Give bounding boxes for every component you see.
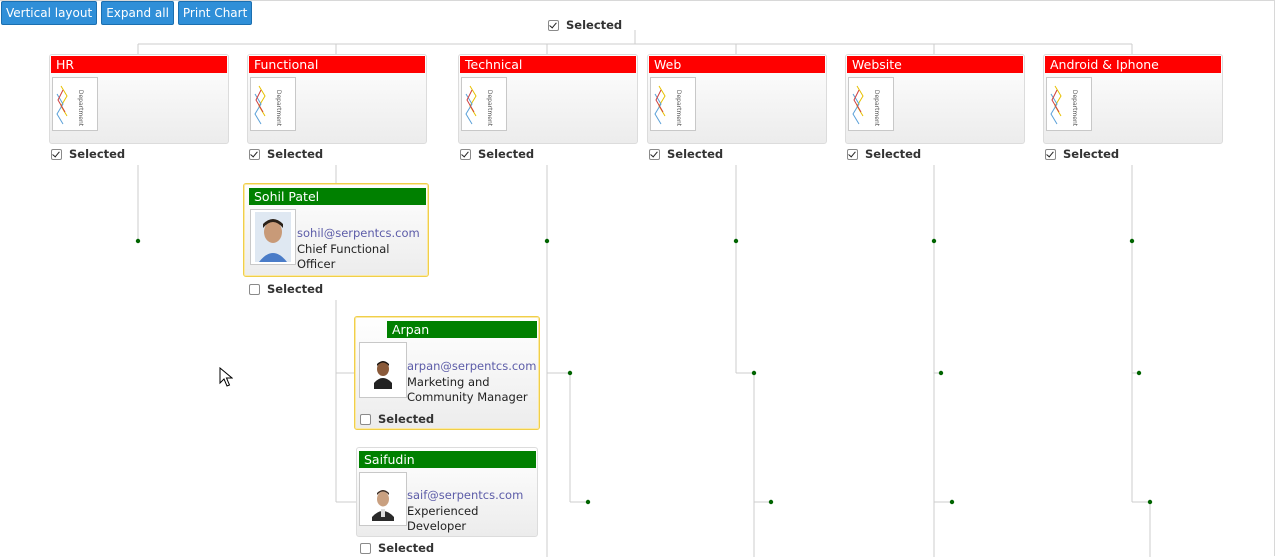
svg-text:Department: Department bbox=[675, 90, 682, 127]
department-node-web[interactable]: Web Department bbox=[647, 54, 827, 144]
selected-label: Selected bbox=[69, 147, 126, 161]
checkbox-icon bbox=[249, 283, 260, 295]
department-name: Web bbox=[649, 56, 825, 73]
employee-node-saifudin[interactable]: Saifudin saif@serpentcs.com Experienced … bbox=[356, 447, 538, 537]
checkbox-icon bbox=[51, 148, 62, 160]
department-logo-icon: Department bbox=[254, 85, 282, 127]
department-name: Website bbox=[847, 56, 1023, 73]
department-image: Department bbox=[848, 77, 894, 131]
department-selected-checkbox[interactable]: Selected bbox=[51, 147, 125, 161]
employee-email[interactable]: arpan@serpentcs.com bbox=[407, 359, 536, 373]
employee-name: Saifudin bbox=[359, 451, 536, 468]
employee-photo bbox=[250, 209, 296, 265]
department-name: Functional bbox=[249, 56, 425, 73]
svg-text:Department: Department bbox=[1071, 90, 1078, 127]
checkbox-icon bbox=[249, 148, 260, 160]
selected-label: Selected bbox=[378, 412, 435, 426]
employee-job-title: Experienced Developer bbox=[407, 504, 479, 533]
department-node-android-iphone[interactable]: Android & Iphone Department bbox=[1043, 54, 1223, 144]
department-selected-checkbox[interactable]: Selected bbox=[1045, 147, 1119, 161]
selected-label: Selected bbox=[865, 147, 922, 161]
employee-selected-checkbox[interactable]: Selected bbox=[360, 541, 434, 555]
selected-label: Selected bbox=[667, 147, 724, 161]
expand-all-button[interactable]: Expand all bbox=[101, 1, 174, 25]
department-selected-checkbox[interactable]: Selected bbox=[847, 147, 921, 161]
checkbox-icon bbox=[847, 148, 858, 160]
employee-selected-checkbox[interactable]: Selected bbox=[360, 412, 434, 426]
department-node-website[interactable]: Website Department bbox=[845, 54, 1025, 144]
employee-job-title: Chief Functional Officer bbox=[297, 242, 390, 271]
checkbox-icon bbox=[1045, 148, 1056, 160]
selected-label: Selected bbox=[378, 541, 435, 555]
department-image: Department bbox=[52, 77, 98, 131]
department-image: Department bbox=[650, 77, 696, 131]
vertical-layout-button[interactable]: Vertical layout bbox=[1, 1, 98, 25]
department-logo-icon: Department bbox=[465, 85, 493, 127]
root-selected-label: Selected bbox=[566, 18, 623, 32]
checkbox-icon bbox=[649, 148, 660, 160]
print-chart-button[interactable]: Print Chart bbox=[177, 1, 253, 25]
selected-label: Selected bbox=[267, 282, 324, 296]
selected-label: Selected bbox=[478, 147, 535, 161]
department-node-technical[interactable]: Technical Department bbox=[458, 54, 638, 144]
svg-text:Department: Department bbox=[486, 90, 493, 127]
employee-name: Arpan bbox=[387, 321, 537, 338]
department-name: Technical bbox=[460, 56, 636, 73]
checkbox-icon bbox=[360, 413, 371, 425]
department-selected-checkbox[interactable]: Selected bbox=[649, 147, 723, 161]
employee-name: Sohil Patel bbox=[249, 188, 426, 205]
employee-job-title: Marketing and Community Manager bbox=[407, 375, 528, 404]
selected-label: Selected bbox=[1063, 147, 1120, 161]
department-image: Department bbox=[1046, 77, 1092, 131]
employee-photo bbox=[359, 472, 407, 526]
department-selected-checkbox[interactable]: Selected bbox=[460, 147, 534, 161]
employee-email[interactable]: sohil@serpentcs.com bbox=[297, 226, 420, 240]
department-logo-icon: Department bbox=[56, 85, 84, 127]
person-avatar-icon bbox=[360, 343, 406, 397]
checkbox-icon bbox=[360, 542, 371, 554]
employee-selected-checkbox[interactable]: Selected bbox=[249, 282, 323, 296]
employee-photo bbox=[359, 342, 407, 398]
person-avatar-icon bbox=[360, 473, 406, 525]
department-name: Android & Iphone bbox=[1045, 56, 1221, 73]
department-logo-icon: Department bbox=[852, 85, 880, 127]
department-image: Department bbox=[250, 77, 296, 131]
checkbox-icon bbox=[548, 19, 559, 31]
department-node-hr[interactable]: HR Department bbox=[49, 54, 229, 144]
employee-node-sohil-patel[interactable]: Sohil Patel sohil@serpentcs.com Chief Fu… bbox=[243, 183, 429, 277]
department-node-functional[interactable]: Functional Department bbox=[247, 54, 427, 144]
employee-email[interactable]: saif@serpentcs.com bbox=[407, 488, 523, 502]
selected-label: Selected bbox=[267, 147, 324, 161]
department-image: Department bbox=[461, 77, 507, 131]
svg-text:Department: Department bbox=[77, 90, 84, 127]
department-selected-checkbox[interactable]: Selected bbox=[249, 147, 323, 161]
department-logo-icon: Department bbox=[654, 85, 682, 127]
svg-text:Department: Department bbox=[873, 90, 880, 127]
toolbar: Vertical layout Expand all Print Chart bbox=[1, 1, 253, 25]
mouse-cursor-icon bbox=[219, 367, 233, 387]
department-logo-icon: Department bbox=[1050, 85, 1078, 127]
department-name: HR bbox=[51, 56, 227, 73]
svg-text:Department: Department bbox=[275, 90, 282, 127]
person-avatar-icon bbox=[251, 210, 295, 264]
checkbox-icon bbox=[460, 148, 471, 160]
root-selected-checkbox[interactable]: Selected bbox=[548, 18, 622, 32]
